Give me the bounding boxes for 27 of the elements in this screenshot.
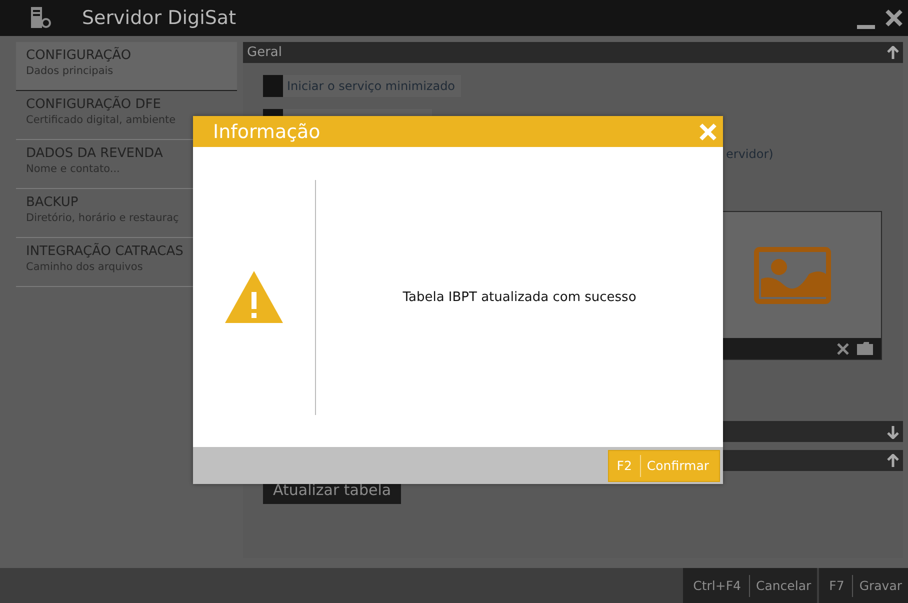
sidebar-item-subtitle: Dados principais — [26, 65, 114, 77]
warning-icon — [224, 270, 284, 324]
sidebar-item-title: INTEGRAÇÃO CATRACAS — [26, 244, 183, 259]
sidebar-item[interactable]: CONFIGURAÇÃO Dados principais — [16, 42, 237, 91]
close-icon[interactable] — [884, 8, 904, 28]
dialog-title: Informação — [213, 120, 320, 142]
section-title: Geral — [247, 45, 282, 60]
sidebar-item-title: CONFIGURAÇÃO DFE — [26, 97, 162, 112]
image-placeholder-icon — [754, 246, 831, 304]
checkbox[interactable] — [263, 75, 283, 97]
footer-button[interactable]: Ctrl+F4 Cancelar — [683, 568, 818, 603]
footer-button[interactable]: F7 Gravar — [819, 568, 908, 603]
folder-icon[interactable] — [857, 342, 873, 355]
server-gear-icon — [28, 6, 52, 30]
section-header[interactable]: Geral — [243, 42, 903, 63]
sidebar-item-title: BACKUP — [26, 195, 80, 210]
confirm-button[interactable]: F2 Confirmar — [608, 450, 720, 482]
sidebar-item-title: DADOS DA REVENDA — [26, 146, 164, 161]
sidebar-item-title: CONFIGURAÇÃO — [26, 48, 132, 63]
close-icon[interactable] — [837, 342, 849, 354]
dialog-message: Tabela IBPT atualizada com sucesso — [402, 290, 638, 304]
option-label: ervidor) — [726, 147, 774, 161]
arrow-up-icon[interactable] — [887, 454, 899, 468]
window-title: Servidor DigiSat — [82, 7, 238, 29]
arrow-up-icon[interactable] — [887, 46, 899, 60]
option-label: Iniciar o serviço minimizado — [283, 75, 462, 97]
arrow-down-icon[interactable] — [887, 424, 899, 438]
